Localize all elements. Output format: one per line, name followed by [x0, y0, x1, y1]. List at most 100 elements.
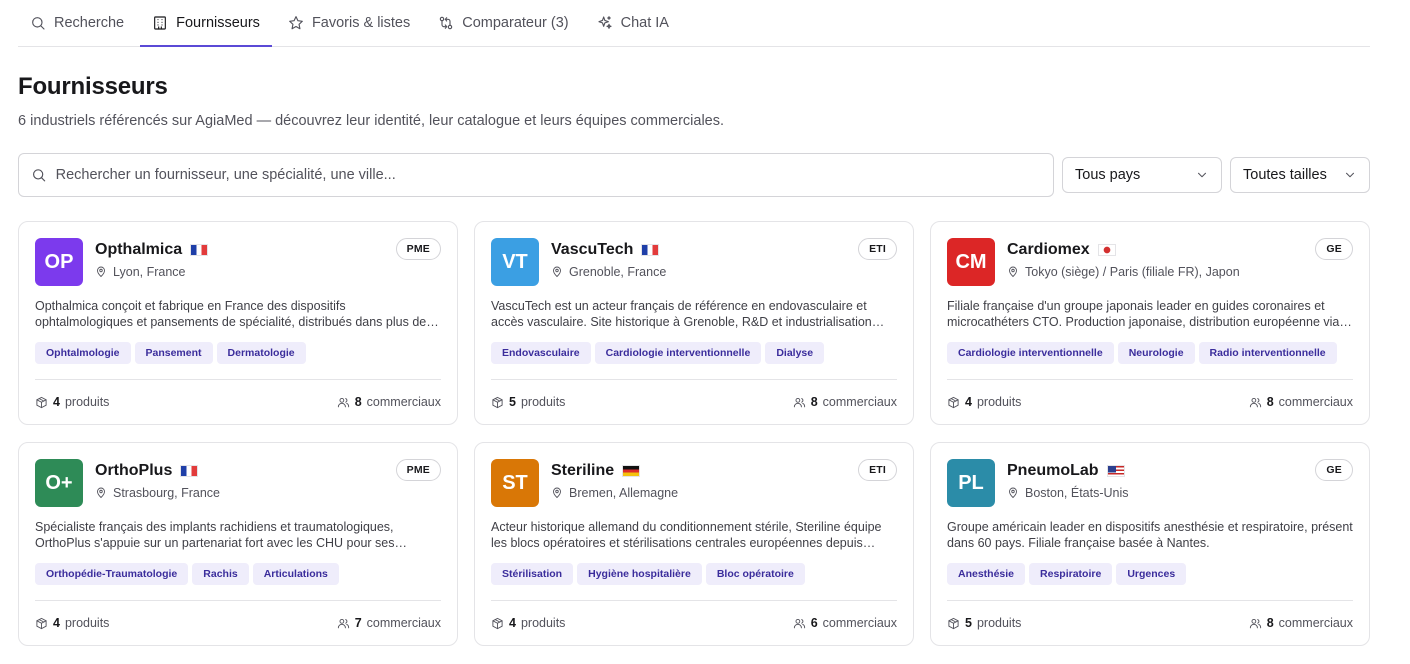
- card-footer: 4 produits 6 commerciaux: [491, 600, 897, 645]
- tab-label: Comparateur (3): [462, 15, 569, 31]
- products-label: produits: [520, 616, 566, 630]
- tab-label: Chat IA: [620, 15, 669, 31]
- sales-stat: 6 commerciaux: [793, 616, 897, 630]
- size-badge: GE: [1315, 238, 1353, 260]
- flag-fr-icon: [190, 244, 209, 256]
- tab-chat-ia[interactable]: Chat IA: [585, 0, 681, 46]
- size-select[interactable]: Toutes tailles: [1230, 157, 1370, 193]
- flag-jp-icon: [1097, 244, 1116, 256]
- package-icon: [948, 396, 959, 408]
- map-pin-icon: [553, 487, 561, 499]
- products-count: 4: [53, 395, 60, 409]
- supplier-card[interactable]: PL PneumoLab Boston, États-Unis GE Group…: [930, 442, 1370, 646]
- package-icon: [492, 617, 503, 629]
- products-label: produits: [64, 616, 110, 630]
- products-stat: 5 produits: [947, 616, 1021, 630]
- specialty-tag: Dermatologie: [216, 342, 306, 364]
- users-icon: [337, 397, 349, 407]
- filter-bar: Tous pays Toutes tailles: [18, 153, 1370, 197]
- map-pin-icon: [1009, 487, 1017, 499]
- specialty-tag: Anesthésie: [947, 563, 1026, 585]
- card-footer: 5 produits 8 commerciaux: [491, 379, 897, 424]
- size-badge: PME: [395, 238, 441, 260]
- card-footer: 4 produits 8 commerciaux: [947, 379, 1353, 424]
- package-icon: [36, 396, 47, 408]
- supplier-description: Filiale française d'un groupe japonais l…: [947, 299, 1340, 329]
- products-count: 5: [965, 616, 972, 630]
- specialty-tag: Urgences: [1116, 563, 1187, 585]
- specialty-tag: Articulations: [252, 563, 339, 585]
- map-pin-icon: [1009, 266, 1017, 278]
- flag-de-icon: [622, 465, 641, 477]
- flag-fr-icon: [180, 465, 199, 477]
- tab-comparateur[interactable]: Comparateur (3): [426, 0, 580, 46]
- users-icon: [793, 397, 805, 407]
- sales-label: commerciaux: [366, 395, 441, 409]
- sales-count: 7: [354, 616, 362, 630]
- sales-label: commerciaux: [1278, 395, 1353, 409]
- sales-count: 8: [1266, 395, 1274, 409]
- tab-fournisseurs[interactable]: Fournisseurs: [140, 0, 272, 47]
- specialty-tag: Ophtalmologie: [35, 342, 131, 364]
- sales-label: commerciaux: [822, 395, 897, 409]
- specialty-tag: Rachis: [192, 563, 249, 585]
- country-select[interactable]: Tous pays: [1062, 157, 1222, 193]
- supplier-card[interactable]: VT VascuTech Grenoble, France ETI VascuT…: [474, 221, 914, 425]
- specialty-tags: Anesthésie Respiratoire Urgences: [947, 563, 1353, 585]
- map-pin-icon: [97, 487, 105, 499]
- specialty-tag: Stérilisation: [491, 563, 574, 585]
- supplier-location: Grenoble, France: [569, 265, 667, 279]
- map-pin-icon: [553, 266, 561, 278]
- package-icon: [492, 396, 503, 408]
- supplier-description: Acteur historique allemand du conditionn…: [491, 520, 882, 550]
- sales-stat: 8 commerciaux: [1249, 616, 1353, 630]
- search-box: [18, 153, 1054, 197]
- products-label: produits: [520, 395, 566, 409]
- supplier-description: VascuTech est un acteur français de réfé…: [491, 299, 872, 329]
- size-badge: GE: [1315, 459, 1353, 481]
- supplier-description: Spécialiste français des implants rachid…: [35, 520, 395, 550]
- specialty-tag: Radio interventionnelle: [1198, 342, 1337, 364]
- tab-label: Fournisseurs: [176, 15, 260, 31]
- supplier-grid: OP Opthalmica Lyon, France PME Opthalmic…: [18, 221, 1370, 646]
- supplier-card[interactable]: O+ OrthoPlus Strasbourg, France PME Spéc…: [18, 442, 458, 646]
- supplier-card[interactable]: CM Cardiomex Tokyo (siège) / Paris (fili…: [930, 221, 1370, 425]
- supplier-logo: OP: [35, 238, 83, 286]
- tab-label: Favoris & listes: [311, 15, 411, 31]
- specialty-tag: Hygiène hospitalière: [577, 563, 702, 585]
- specialty-tag: Bloc opératoire: [705, 563, 805, 585]
- supplier-name: PneumoLab: [1007, 462, 1099, 479]
- supplier-name: Opthalmica: [95, 241, 183, 258]
- supplier-logo: VT: [491, 238, 539, 286]
- card-footer: 4 produits 8 commerciaux: [35, 379, 441, 424]
- tab-recherche[interactable]: Recherche: [18, 0, 136, 46]
- products-stat: 5 produits: [491, 395, 565, 409]
- sales-label: commerciaux: [1278, 616, 1353, 630]
- supplier-card[interactable]: ST Steriline Bremen, Allemagne ETI Acteu…: [474, 442, 914, 646]
- map-pin-icon: [97, 266, 105, 278]
- supplier-location: Boston, États-Unis: [1025, 486, 1129, 500]
- page: Recherche Fournisseurs Favoris & listes …: [18, 0, 1370, 646]
- sales-stat: 7 commerciaux: [337, 616, 441, 630]
- sales-count: 8: [1266, 616, 1274, 630]
- search-input[interactable]: [55, 167, 1041, 183]
- products-count: 4: [53, 616, 60, 630]
- specialty-tag: Dialyse: [765, 342, 825, 364]
- supplier-name: Cardiomex: [1007, 241, 1090, 258]
- search-icon: [33, 169, 46, 182]
- products-label: produits: [976, 616, 1022, 630]
- supplier-description: Opthalmica conçoit et fabrique en France…: [35, 299, 427, 329]
- tab-favoris[interactable]: Favoris & listes: [276, 0, 422, 46]
- package-icon: [36, 617, 47, 629]
- supplier-logo: PL: [947, 459, 995, 507]
- products-stat: 4 produits: [491, 616, 565, 630]
- sales-count: 6: [810, 616, 818, 630]
- supplier-logo: O+: [35, 459, 83, 507]
- size-badge: ETI: [858, 238, 897, 260]
- tab-bar: Recherche Fournisseurs Favoris & listes …: [18, 0, 1370, 47]
- supplier-name: Steriline: [551, 462, 615, 479]
- sales-label: commerciaux: [366, 616, 441, 630]
- products-count: 5: [509, 395, 516, 409]
- supplier-card[interactable]: OP Opthalmica Lyon, France PME Opthalmic…: [18, 221, 458, 425]
- specialty-tag: Endovasculaire: [491, 342, 591, 364]
